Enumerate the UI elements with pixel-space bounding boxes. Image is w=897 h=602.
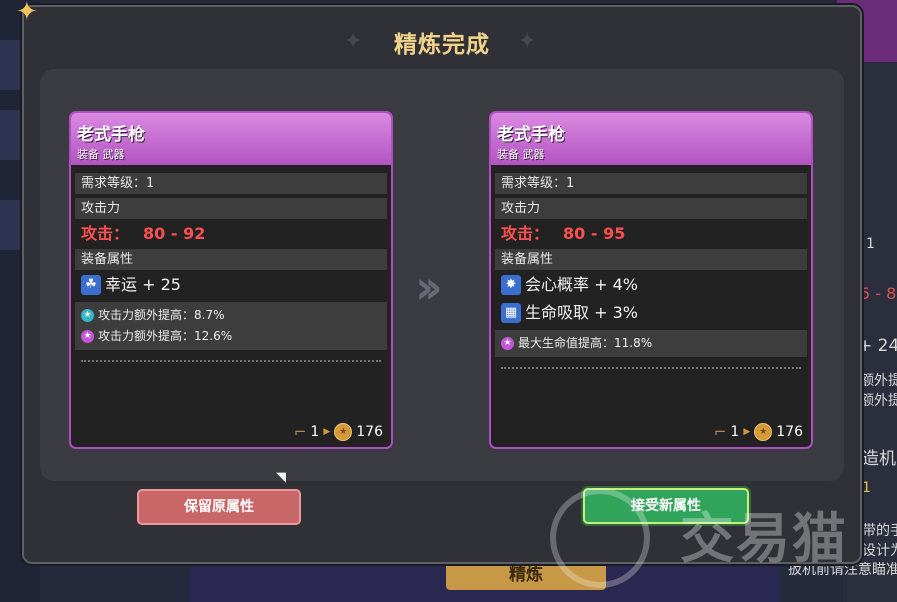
crit-icon: ✸: [501, 275, 521, 295]
bonus-pink-icon: ★: [81, 330, 94, 343]
old-item-card: 老式手枪 装备 武器 需求等级：1 攻击力 攻击： 80 - 92 装备属性 ☘ …: [69, 111, 393, 449]
pistol-icon: ⌐: [713, 423, 727, 441]
keep-original-button[interactable]: 保留原属性: [137, 489, 301, 525]
stat-text: 幸运 + 25: [105, 275, 181, 294]
item-type: 装备 武器: [77, 148, 125, 161]
item-count: 1: [730, 424, 740, 440]
background-tab: [0, 200, 24, 250]
item-type: 装备 武器: [497, 148, 545, 161]
pistol-icon: ⌐: [293, 423, 307, 441]
luck-icon: ☘: [81, 275, 101, 295]
card-header: 老式手枪 装备 武器: [71, 113, 391, 165]
watermark-text: 交易猫: [680, 507, 848, 570]
properties-header: 装备属性: [495, 249, 807, 270]
attack-label: 攻击：: [501, 224, 550, 243]
attack-range: 攻击： 80 - 92: [75, 223, 387, 245]
stat-line: ▦ 生命吸取 + 3%: [495, 300, 807, 326]
bonus-pink-icon: ★: [501, 337, 514, 350]
refine-cost: ⌐ 1 ▶ ★ 176: [294, 423, 383, 441]
attack-label: 攻击：: [81, 224, 130, 243]
bonus-line: ★ 攻击力额外提高：12.6%: [81, 326, 381, 347]
watermark: 交易猫: [550, 488, 880, 588]
bonus-text: 攻击力额外提高：8.7%: [98, 308, 225, 322]
item-count: 1: [310, 424, 320, 440]
background-tab: [0, 110, 24, 160]
background-bonus-text: 额外提: [860, 373, 897, 389]
attack-header: 攻击力: [75, 198, 387, 219]
coin-amount: 176: [356, 424, 383, 440]
bonus-box: ★ 最大生命值提高：11.8%: [495, 330, 807, 357]
attack-value: 80 - 95: [563, 224, 626, 243]
stat-line: ✸ 会心概率 + 4%: [495, 272, 807, 298]
item-name: 老式手枪: [497, 125, 565, 145]
dialog-title: 精炼完成: [394, 32, 490, 58]
divider: [501, 367, 801, 369]
arrow-icon: ▶: [743, 427, 751, 437]
new-item-card: 老式手枪 装备 武器 需求等级：1 攻击力 攻击： 80 - 95 装备属性 ✸ …: [489, 111, 813, 449]
stat-line: ☘ 幸运 + 25: [75, 272, 387, 298]
background-desc-title: 造机: [862, 449, 896, 469]
lifesteal-icon: ▦: [501, 303, 521, 323]
bonus-cyan-icon: ★: [81, 309, 94, 322]
sparkle-icon: ✦: [16, 0, 38, 27]
double-chevron-right-icon: ››: [415, 260, 443, 314]
background-bonus-text: 额外提: [860, 393, 897, 409]
arrow-icon: ▶: [323, 427, 331, 437]
background-level-text: 1: [866, 236, 875, 252]
refine-cost: ⌐ 1 ▶ ★ 176: [714, 423, 803, 441]
bonus-text: 最大生命值提高：11.8%: [518, 336, 653, 350]
cat-logo-icon: [550, 488, 650, 588]
attack-range: 攻击： 80 - 95: [495, 223, 807, 245]
coin-icon: ★: [754, 423, 773, 441]
bonus-text: 攻击力额外提高：12.6%: [98, 329, 233, 343]
required-level: 需求等级：1: [75, 173, 387, 194]
required-level: 需求等级：1: [495, 173, 807, 194]
bonus-line: ★ 最大生命值提高：11.8%: [501, 333, 801, 354]
background-tab: [0, 40, 24, 90]
stat-text: 生命吸取 + 3%: [525, 303, 638, 322]
mouse-cursor-icon: ◥: [276, 470, 286, 485]
properties-header: 装备属性: [75, 249, 387, 270]
background-attack-text: 5 - 8: [860, 284, 897, 303]
bonus-line: ★ 攻击力额外提高：8.7%: [81, 305, 381, 326]
attack-header: 攻击力: [495, 198, 807, 219]
coin-amount: 176: [776, 424, 803, 440]
item-name: 老式手枪: [77, 125, 145, 145]
background-stat-text: + 24: [858, 336, 897, 356]
stat-text: 会心概率 + 4%: [525, 275, 638, 294]
coin-icon: ★: [334, 423, 353, 441]
bonus-box: ★ 攻击力额外提高：8.7% ★ 攻击力额外提高：12.6%: [75, 302, 387, 350]
divider: [81, 360, 381, 362]
attack-value: 80 - 92: [143, 224, 206, 243]
card-header: 老式手枪 装备 武器: [491, 113, 811, 165]
